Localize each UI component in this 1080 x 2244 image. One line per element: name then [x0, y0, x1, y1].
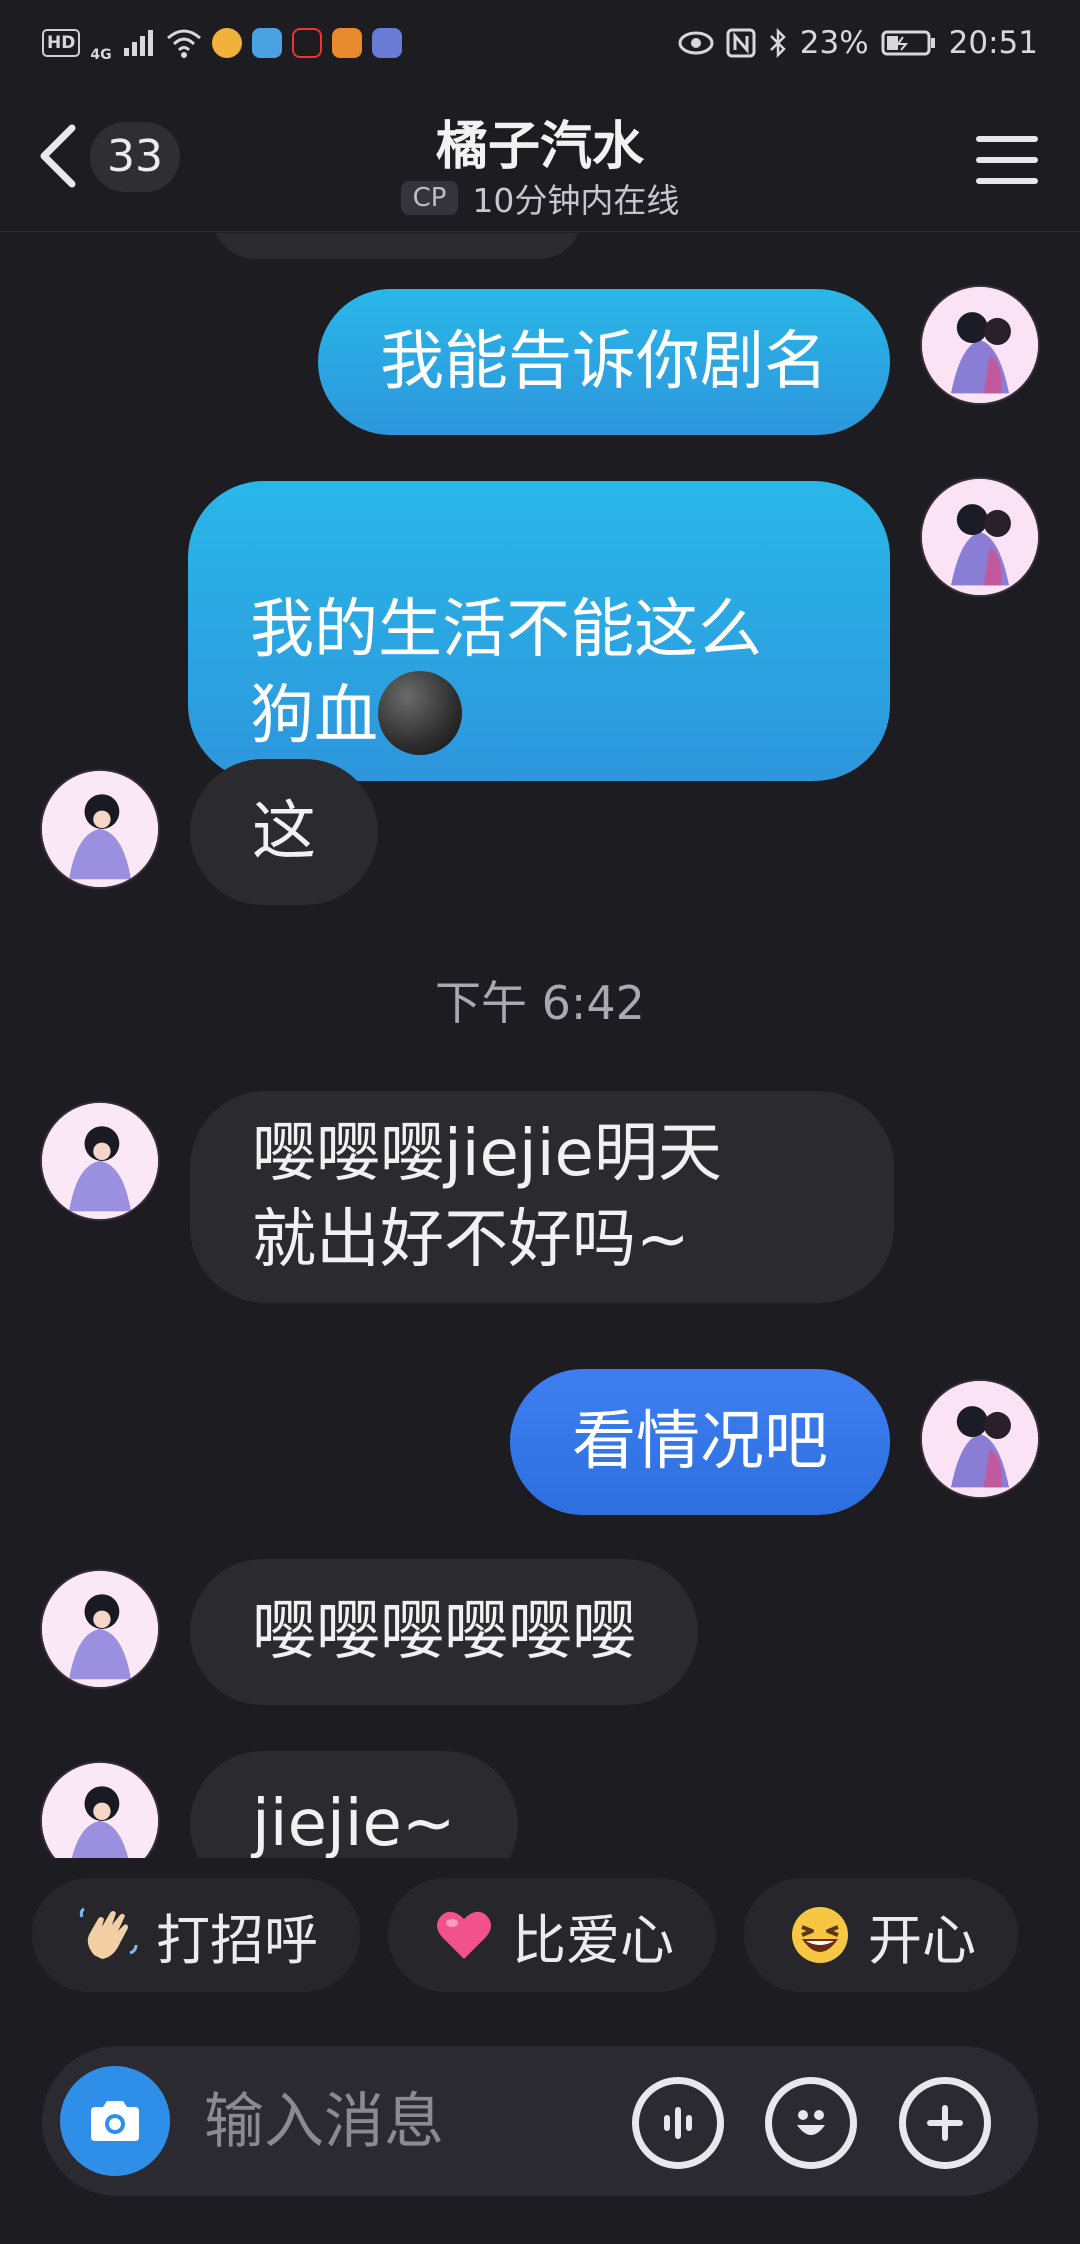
more-options-button[interactable] [899, 2077, 991, 2169]
quick-reply-heart[interactable]: 比爱心 [388, 1878, 716, 1992]
battery-icon [881, 30, 935, 56]
my-avatar[interactable] [920, 477, 1040, 597]
my-avatar[interactable] [920, 285, 1040, 405]
contact-message-bubble[interactable]: 嘤嘤嘤jiejie明天 就出好不好吗~ [190, 1091, 894, 1303]
video-app-icon [331, 28, 362, 58]
avatar-image-icon [42, 1103, 158, 1219]
avatar-image-icon [42, 1571, 158, 1687]
app-notification-icon [251, 28, 282, 58]
my-message-bubble[interactable]: 我的生活不能这么 狗血 [188, 481, 890, 782]
my-avatar[interactable] [920, 1379, 1040, 1499]
contact-avatar[interactable] [40, 769, 160, 889]
heart-icon [437, 1911, 491, 1959]
wave-hand-icon [79, 1907, 138, 1959]
tiktok-icon [291, 28, 322, 58]
signal-icon [123, 30, 153, 56]
quick-reply-label: 开心 [868, 1908, 976, 1972]
smiley-icon [797, 2110, 825, 2135]
menu-button[interactable] [976, 136, 1038, 184]
contact-avatar[interactable] [40, 1101, 160, 1221]
clock: 20:51 [948, 25, 1038, 61]
bluetooth-icon [769, 27, 786, 59]
message-text: 我的生活不能这么 狗血 [250, 593, 762, 753]
previous-message-bubble[interactable] [212, 233, 582, 259]
wifi-icon [166, 29, 201, 58]
avatar-image-icon [922, 287, 1038, 403]
emoji-button[interactable] [765, 2077, 857, 2169]
quick-reply-happy[interactable]: 开心 [744, 1878, 1018, 1992]
contact-name[interactable]: 橘子汽水 [0, 104, 1080, 179]
online-status: 10分钟内在线 [472, 181, 680, 220]
network-type: 4G [90, 47, 112, 63]
chat-header: 33 橘子汽水 CP 10分钟内在线 [0, 86, 1080, 232]
message-timestamp: 下午 6:42 [435, 976, 645, 1030]
voice-button[interactable] [632, 2077, 724, 2169]
message-list[interactable]: 我能告诉你剧名 我的生活不能这么 狗血 这 下午 6:42 嘤嘤嘤jiejie明… [0, 233, 1080, 1858]
avatar-image-icon [922, 1381, 1038, 1497]
quick-reply-wave[interactable]: 打招呼 [32, 1878, 360, 1992]
quick-reply-label: 比爱心 [512, 1908, 674, 1972]
contact-avatar[interactable] [40, 1761, 160, 1858]
laughing-face-icon [792, 1907, 848, 1963]
menu-icon [976, 136, 1038, 142]
status-bar: HD 4G 23% 20:51 [0, 0, 1080, 86]
plus-icon [927, 2105, 963, 2141]
app-notification-icon [211, 28, 242, 58]
avatar-image-icon [42, 1763, 158, 1858]
nfc-icon [726, 28, 756, 58]
contact-message-bubble[interactable]: jiejie~ [190, 1751, 518, 1858]
camera-icon [91, 2101, 139, 2141]
my-message-bubble[interactable]: 我能告诉你剧名 [318, 289, 890, 435]
message-input-bar [42, 2046, 1038, 2196]
music-app-icon [371, 28, 402, 58]
quick-reply-bar: 打招呼 比爱心 开心 [32, 1878, 1072, 1992]
voice-wave-icon [664, 2107, 692, 2139]
contact-avatar[interactable] [40, 1569, 160, 1689]
contact-message-bubble[interactable]: 这 [190, 759, 378, 905]
eye-icon [678, 31, 714, 55]
contact-status: CP 10分钟内在线 [0, 174, 1080, 222]
avatar-image-icon [42, 771, 158, 887]
quick-reply-label: 打招呼 [156, 1908, 318, 1972]
camera-button[interactable] [60, 2066, 170, 2176]
message-input[interactable] [204, 2086, 604, 2158]
avatar-image-icon [922, 479, 1038, 595]
cp-tag[interactable]: CP [400, 181, 459, 215]
my-message-bubble[interactable]: 看情况吧 [510, 1369, 890, 1515]
battery-percent: 23% [799, 25, 869, 61]
dark-moon-face-icon [378, 671, 462, 756]
contact-message-bubble[interactable]: 嘤嘤嘤嘤嘤嘤 [190, 1559, 698, 1705]
hd-indicator: HD [42, 29, 81, 57]
